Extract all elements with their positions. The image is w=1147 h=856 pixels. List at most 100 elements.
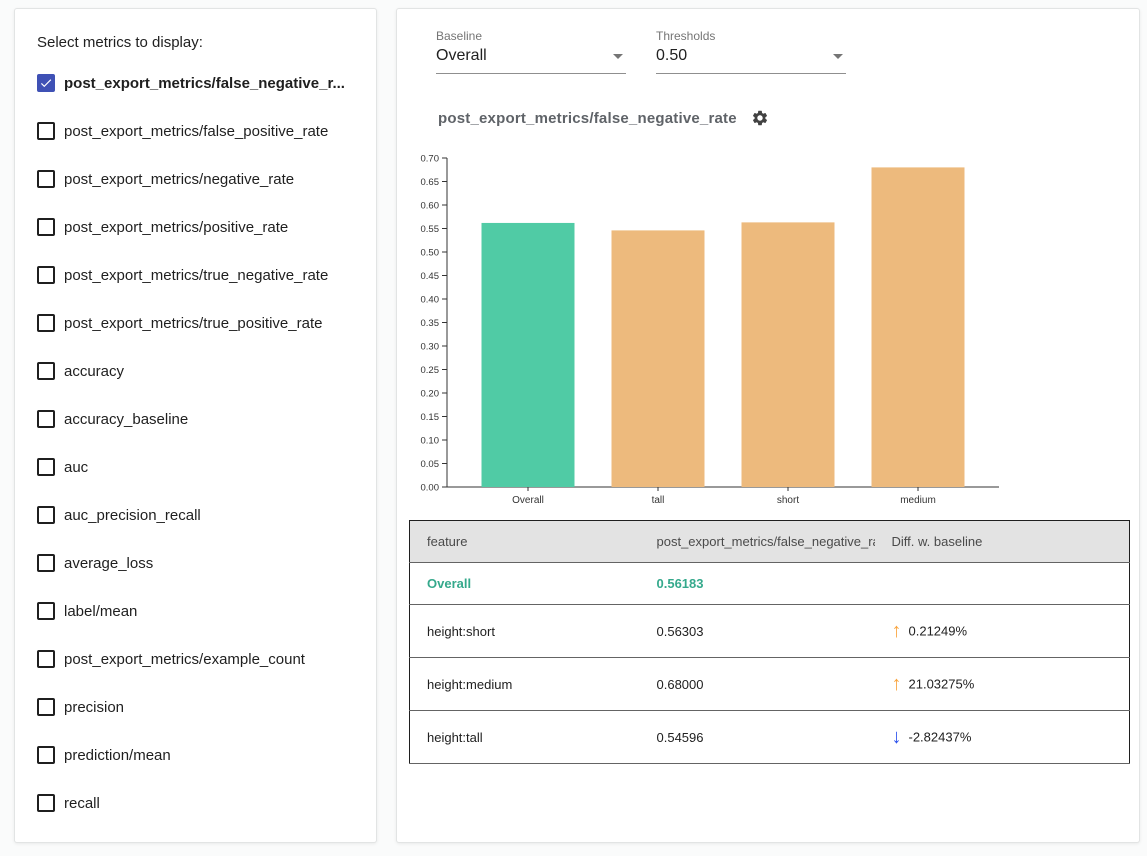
metric-checkbox[interactable] xyxy=(37,170,55,188)
metric-value-cell: 0.56183 xyxy=(640,563,875,605)
metric-item[interactable]: label/mean xyxy=(37,587,376,635)
metric-label: auc_precision_recall xyxy=(64,507,201,524)
metric-item[interactable]: accuracy xyxy=(37,347,376,395)
bar-short[interactable] xyxy=(742,222,835,487)
baseline-select[interactable]: Baseline Overall xyxy=(436,29,626,74)
metric-item[interactable]: auc_precision_recall xyxy=(37,491,376,539)
bar-Overall[interactable] xyxy=(482,223,575,487)
metric-checkbox[interactable] xyxy=(37,794,55,812)
metric-item[interactable]: auc xyxy=(37,443,376,491)
metric-checkbox[interactable] xyxy=(37,602,55,620)
metric-checkbox[interactable] xyxy=(37,122,55,140)
diff-cell: ↑ 21.03275% xyxy=(875,658,1130,711)
thresholds-select-label: Thresholds xyxy=(656,29,846,43)
feature-cell: height:medium xyxy=(410,658,640,711)
metric-checkbox[interactable] xyxy=(37,746,55,764)
metric-item[interactable]: post_export_metrics/false_negative_r... xyxy=(37,59,376,107)
svg-text:0.30: 0.30 xyxy=(421,342,440,353)
metric-checkbox[interactable] xyxy=(37,410,55,428)
metric-checkbox[interactable] xyxy=(37,554,55,572)
thresholds-select[interactable]: Thresholds 0.50 xyxy=(656,29,846,74)
svg-text:0.45: 0.45 xyxy=(421,271,440,282)
results-panel: Baseline Overall Thresholds 0.50 post_ex… xyxy=(396,8,1140,843)
thresholds-select-value[interactable]: 0.50 xyxy=(656,43,846,74)
table-row: height:medium0.68000 ↑ 21.03275% xyxy=(410,658,1130,711)
svg-text:0.15: 0.15 xyxy=(421,412,440,423)
chart-settings-button[interactable] xyxy=(751,109,769,127)
metric-item[interactable]: recall xyxy=(37,779,376,827)
chevron-down-icon xyxy=(613,54,623,59)
metric-item[interactable]: prediction/mean xyxy=(37,731,376,779)
metric-checkbox[interactable] xyxy=(37,314,55,332)
svg-text:Overall: Overall xyxy=(512,495,544,506)
chart-header: post_export_metrics/false_negative_rate xyxy=(438,109,769,127)
metric-checkbox[interactable] xyxy=(37,362,55,380)
down-arrow-icon: ↓ xyxy=(892,726,902,748)
metric-checkbox[interactable] xyxy=(37,218,55,236)
metric-item[interactable]: average_loss xyxy=(37,539,376,587)
table-header-cell: feature xyxy=(410,521,640,563)
metric-label: post_export_metrics/negative_rate xyxy=(64,171,294,188)
diff-cell: ↓ -2.82437% xyxy=(875,711,1130,764)
svg-text:0.35: 0.35 xyxy=(421,318,440,329)
metric-value-cell: 0.56303 xyxy=(640,605,875,658)
svg-text:0.55: 0.55 xyxy=(421,224,440,235)
baseline-select-value[interactable]: Overall xyxy=(436,43,626,74)
metric-value-cell: 0.54596 xyxy=(640,711,875,764)
metrics-table: featurepost_export_metrics/false_negativ… xyxy=(409,520,1130,764)
metric-item[interactable]: post_export_metrics/false_positive_rate xyxy=(37,107,376,155)
svg-text:0.00: 0.00 xyxy=(421,483,440,494)
diff-value: 0.21249% xyxy=(909,624,968,639)
metric-label: post_export_metrics/true_negative_rate xyxy=(64,267,328,284)
metric-label: precision xyxy=(64,699,124,716)
metric-label: post_export_metrics/true_positive_rate xyxy=(64,315,322,332)
table-header-row: featurepost_export_metrics/false_negativ… xyxy=(410,521,1130,563)
metric-checkbox[interactable] xyxy=(37,458,55,476)
metric-label: auc xyxy=(64,459,88,476)
metric-checkbox[interactable] xyxy=(37,74,55,92)
metric-label: prediction/mean xyxy=(64,747,171,764)
svg-text:0.20: 0.20 xyxy=(421,389,440,400)
svg-text:0.40: 0.40 xyxy=(421,295,440,306)
svg-text:medium: medium xyxy=(900,495,936,506)
svg-text:0.25: 0.25 xyxy=(421,365,440,376)
metric-item[interactable]: post_export_metrics/negative_rate xyxy=(37,155,376,203)
svg-text:0.05: 0.05 xyxy=(421,459,440,470)
metric-checkbox[interactable] xyxy=(37,506,55,524)
svg-text:short: short xyxy=(777,495,799,506)
table-header-cell: post_export_metrics/false_negative_rat..… xyxy=(640,521,875,563)
up-arrow-icon: ↑ xyxy=(892,673,902,695)
metric-item[interactable]: post_export_metrics/true_negative_rate xyxy=(37,251,376,299)
bar-medium[interactable] xyxy=(872,167,965,487)
feature-cell: Overall xyxy=(410,563,640,605)
metric-value-cell: 0.68000 xyxy=(640,658,875,711)
metric-checkbox[interactable] xyxy=(37,266,55,284)
metric-label: average_loss xyxy=(64,555,153,572)
diff-value: -2.82437% xyxy=(909,730,972,745)
metric-label: post_export_metrics/false_negative_r... xyxy=(64,75,345,92)
metric-item[interactable]: post_export_metrics/positive_rate xyxy=(37,203,376,251)
feature-cell: height:tall xyxy=(410,711,640,764)
metric-checkbox[interactable] xyxy=(37,698,55,716)
up-arrow-icon: ↑ xyxy=(892,620,902,642)
svg-text:0.60: 0.60 xyxy=(421,201,440,212)
metric-label: post_export_metrics/example_count xyxy=(64,651,305,668)
metrics-table-body: Overall0.56183height:short0.56303↑0.2124… xyxy=(410,563,1130,764)
svg-text:0.10: 0.10 xyxy=(421,436,440,447)
diff-value: 21.03275% xyxy=(909,677,975,692)
bar-tall[interactable] xyxy=(612,230,705,487)
metric-checkbox[interactable] xyxy=(37,650,55,668)
metric-item[interactable]: accuracy_baseline xyxy=(37,395,376,443)
metric-item[interactable]: precision xyxy=(37,683,376,731)
metric-label: recall xyxy=(64,795,100,812)
diff-cell: ↑ 0.21249% xyxy=(875,605,1130,658)
metric-item[interactable]: post_export_metrics/example_count xyxy=(37,635,376,683)
svg-text:tall: tall xyxy=(652,495,665,506)
metrics-select-panel: Select metrics to display: post_export_m… xyxy=(14,8,377,843)
gear-icon xyxy=(751,109,769,127)
metric-item[interactable]: post_export_metrics/true_positive_rate xyxy=(37,299,376,347)
table-row: Overall0.56183 xyxy=(410,563,1130,605)
metric-label: label/mean xyxy=(64,603,137,620)
svg-text:0.50: 0.50 xyxy=(421,248,440,259)
table-header-cell: Diff. w. baseline xyxy=(875,521,1130,563)
